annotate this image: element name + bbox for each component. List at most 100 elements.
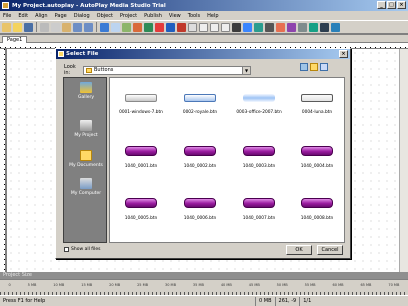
paragraph-object-icon[interactable]	[122, 22, 131, 32]
progress-object-icon[interactable]	[232, 22, 241, 32]
cancel-button[interactable]: Cancel	[317, 245, 343, 255]
copy-icon[interactable]	[51, 22, 60, 32]
xbutton-object-icon[interactable]	[287, 22, 296, 32]
vertical-ruler	[0, 49, 6, 272]
button-thumbnail	[301, 198, 333, 208]
file-item[interactable]: 0002-royale.btn	[171, 94, 229, 115]
place-my-documents[interactable]: My Documents	[64, 150, 108, 168]
file-item[interactable]: 1040_0005.btn	[112, 198, 170, 221]
preview-icon[interactable]	[320, 22, 329, 32]
plugin-object-icon[interactable]	[276, 22, 285, 32]
undo-icon[interactable]	[73, 22, 82, 32]
project-size-panel: Project Size	[0, 272, 408, 279]
save-icon[interactable]	[24, 22, 33, 32]
image-object-icon[interactable]	[133, 22, 142, 32]
menu-tools[interactable]: Tools	[188, 13, 200, 19]
show-all-files-checkbox[interactable]	[64, 247, 69, 252]
up-folder-icon[interactable]	[300, 63, 308, 71]
button-object-icon[interactable]	[100, 22, 109, 32]
menu-help[interactable]: Help	[207, 13, 218, 19]
menu-align[interactable]: Align	[35, 13, 48, 19]
input-object-icon[interactable]	[188, 22, 197, 32]
chevron-down-icon[interactable]: ▼	[242, 66, 250, 74]
label-object-icon[interactable]	[111, 22, 120, 32]
menu-project[interactable]: Project	[120, 13, 137, 19]
show-all-files-option[interactable]: Show all files	[64, 247, 100, 252]
file-item[interactable]: 1040_0003.btn	[230, 146, 288, 169]
file-item[interactable]: 0004-luna.btn	[288, 94, 346, 115]
grid-object-icon[interactable]	[254, 22, 263, 32]
web-object-icon[interactable]	[166, 22, 175, 32]
look-in-label: Look in:	[64, 64, 76, 76]
place-label: My Computer	[70, 191, 102, 196]
button-thumbnail	[184, 198, 216, 208]
flash-object-icon[interactable]	[155, 22, 164, 32]
build-icon[interactable]	[331, 22, 340, 32]
place-my-computer[interactable]: My Computer	[64, 178, 108, 196]
status-bar: Press F1 for Help 0 MB 261, -9 1/1	[0, 295, 408, 306]
paste-icon[interactable]	[62, 22, 71, 32]
place-my-project[interactable]: My Project	[64, 120, 108, 138]
status-coords: 261, -9	[274, 296, 300, 306]
close-button[interactable]: ×	[397, 1, 406, 9]
new-folder-icon[interactable]	[310, 63, 318, 71]
file-name: 0001-windows-7.btn	[119, 110, 163, 115]
menu-dialog[interactable]: Dialog	[74, 13, 90, 19]
vertical-scrollbar[interactable]	[399, 49, 408, 272]
project-icon	[80, 120, 92, 131]
file-item[interactable]: 0001-windows-7.btn	[112, 94, 170, 115]
menu-file[interactable]: File	[3, 13, 11, 19]
file-name: 0002-royale.btn	[182, 110, 218, 115]
dialog-icon	[58, 51, 64, 57]
file-name: 1040_0007.btn	[242, 216, 276, 221]
look-in-select[interactable]: Buttons ▼	[83, 65, 251, 75]
menu-page[interactable]: Page	[55, 13, 67, 19]
new-icon[interactable]	[2, 22, 11, 32]
place-label: My Project	[74, 133, 98, 138]
file-item[interactable]: 1040_0001.btn	[112, 146, 170, 169]
menu-edit[interactable]: Edit	[18, 13, 28, 19]
listbox-object-icon[interactable]	[210, 22, 219, 32]
file-item[interactable]: 0003-office-2007.btn	[230, 94, 288, 115]
file-item[interactable]: 1040_0006.btn	[171, 198, 229, 221]
ok-button[interactable]: OK	[286, 245, 312, 255]
combobox-object-icon[interactable]	[221, 22, 230, 32]
file-item[interactable]: 1040_0008.btn	[288, 198, 346, 221]
cut-icon[interactable]	[40, 22, 49, 32]
checkbox-object-icon[interactable]	[199, 22, 208, 32]
open-icon[interactable]	[13, 22, 22, 32]
menu-object[interactable]: Object	[97, 13, 113, 19]
menu-publish[interactable]: Publish	[144, 13, 162, 19]
file-item[interactable]: 1040_0007.btn	[230, 198, 288, 221]
tab-page1[interactable]: Page1	[2, 36, 28, 43]
place-gallery[interactable]: Gallery	[64, 82, 108, 100]
file-item[interactable]: 1040_0004.btn	[288, 146, 346, 169]
dialog-titlebar: Select File	[56, 49, 350, 59]
video-object-icon[interactable]	[144, 22, 153, 32]
button-thumbnail	[301, 146, 333, 156]
ruler-number: 50 MB	[276, 283, 288, 287]
maximize-button[interactable]: □	[387, 1, 396, 9]
dialog-close-button[interactable]: ×	[339, 50, 348, 58]
button-thumbnail	[243, 94, 275, 102]
hotspot-object-icon[interactable]	[298, 22, 307, 32]
file-list: 0001-windows-7.btn 0002-royale.btn 0003-of…	[109, 77, 345, 243]
slideshow-object-icon[interactable]	[265, 22, 274, 32]
ruler-number: 70 MB	[388, 283, 400, 287]
view-menu-icon[interactable]	[320, 63, 328, 71]
tools-icon[interactable]	[309, 22, 318, 32]
minimize-button[interactable]: _	[377, 1, 386, 9]
look-in-row: Look in: Buttons ▼	[64, 64, 251, 76]
status-help: Press F1 for Help	[3, 298, 46, 304]
menu-bar: File Edit Align Page Dialog Object Proje…	[0, 11, 408, 20]
file-item[interactable]: 1040_0002.btn	[171, 146, 229, 169]
file-name: 1040_0002.btn	[183, 164, 217, 169]
button-thumbnail	[301, 94, 333, 102]
file-name: 1040_0006.btn	[183, 216, 217, 221]
menu-view[interactable]: View	[169, 13, 181, 19]
status-size: 0 MB	[255, 296, 275, 306]
redo-icon[interactable]	[84, 22, 93, 32]
tree-object-icon[interactable]	[243, 22, 252, 32]
pdf-object-icon[interactable]	[177, 22, 186, 32]
page-tabs: Page1	[0, 35, 408, 43]
